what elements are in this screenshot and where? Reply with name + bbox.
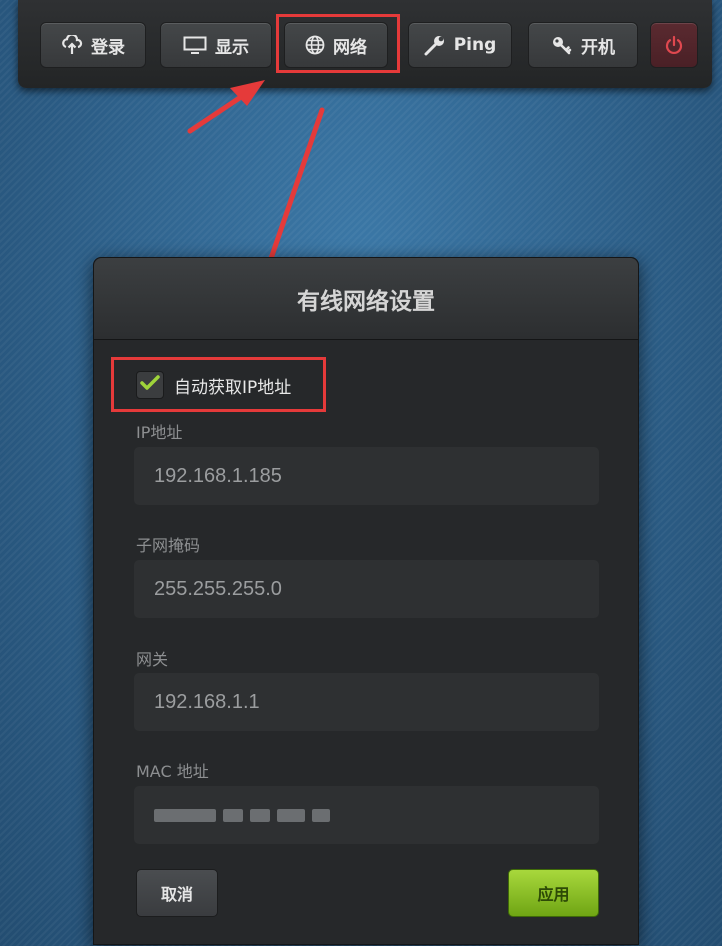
checkmark-icon [140, 374, 160, 396]
apply-button[interactable]: 应用 [508, 869, 599, 917]
subnet-mask-label: 子网掩码 [136, 536, 201, 555]
gateway-label: 网关 [136, 650, 169, 669]
ip-address-field[interactable] [134, 447, 599, 505]
cancel-button[interactable]: 取消 [136, 869, 218, 917]
auto-ip-label: 自动获取IP地址 [174, 377, 292, 398]
mac-address-blurred-value [154, 809, 330, 822]
dialog-title: 有线网络设置 [94, 258, 638, 340]
mac-address-label: MAC 地址 [136, 762, 209, 781]
arrow-to-network [187, 80, 265, 134]
gateway-field[interactable] [134, 673, 599, 731]
subnet-mask-field[interactable] [134, 560, 599, 618]
auto-ip-checkbox-row[interactable]: 自动获取IP地址 [136, 371, 291, 399]
ip-address-label: IP地址 [136, 423, 183, 442]
auto-ip-checkbox[interactable] [136, 371, 164, 399]
wired-network-settings-dialog: 有线网络设置 自动获取IP地址 IP地址 子网掩码 网关 MAC 地址 取消 应… [93, 257, 639, 945]
